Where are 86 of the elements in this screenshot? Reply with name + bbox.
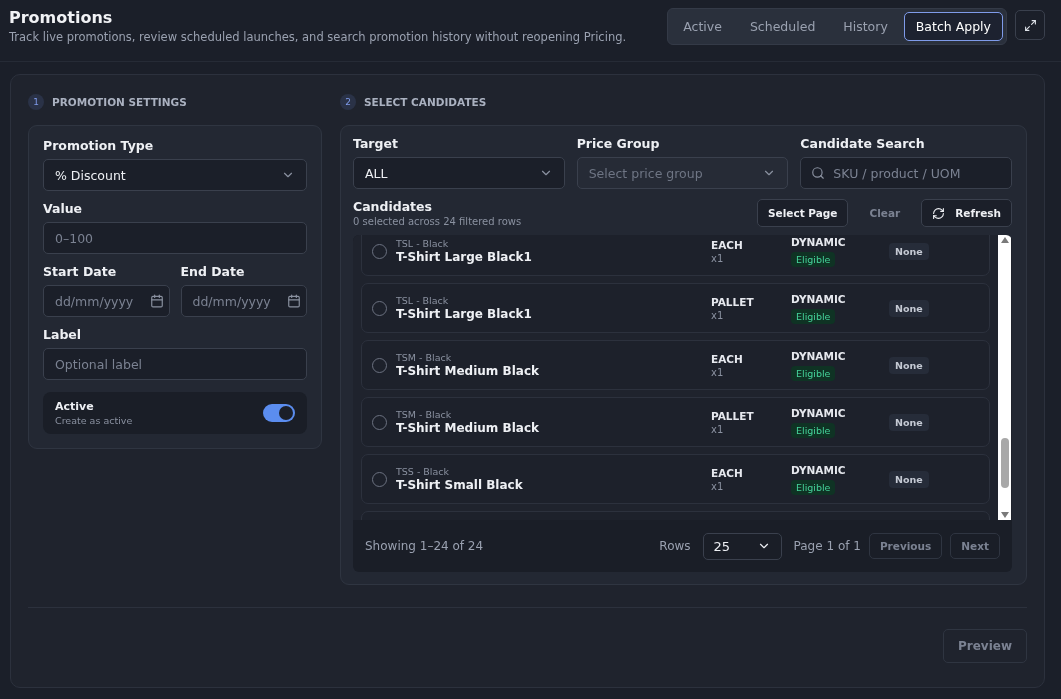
toggle-hint: Create as active — [55, 415, 133, 426]
promotion-badge: None — [889, 470, 929, 488]
promotion-badge: None — [889, 242, 929, 260]
status-badge: Eligible — [791, 251, 836, 267]
promotion-badge: None — [889, 413, 929, 431]
label-field[interactable]: Optional label — [43, 348, 307, 380]
product-name: T-Shirt Medium Black — [396, 421, 540, 435]
page-subtitle: Track live promotions, review scheduled launches, and search promotion history without reopening Pricing. — [9, 30, 627, 44]
tab[interactable]: Scheduled — [737, 12, 828, 41]
tab[interactable]: Active — [671, 12, 734, 41]
candidate-row[interactable]: TSL - Black T-Shirt Large Black1 PALLET x1 DYNAMIC Eligible None — [361, 283, 990, 333]
clear-button[interactable]: Clear — [858, 199, 912, 227]
field-label: End Date — [180, 264, 246, 279]
field-label: Candidate Search — [800, 136, 926, 151]
quantity: x1 — [711, 366, 725, 378]
step-number: 2 — [340, 94, 356, 110]
uom: PALLET — [711, 295, 755, 308]
search-icon — [811, 166, 826, 180]
candidate-row[interactable]: TSM - Black T-Shirt Medium Black PALLET x1 DYNAMIC Eligible None — [361, 397, 990, 447]
product-code: TSM - Black — [396, 352, 453, 363]
end-date-field[interactable]: dd/mm/yyyy — [180, 285, 307, 317]
field-label: Start Date — [43, 264, 118, 279]
uom: EACH — [711, 466, 744, 479]
quantity: x1 — [711, 480, 725, 492]
target-select[interactable]: ALL — [353, 157, 565, 189]
calendar-icon — [149, 294, 164, 308]
pricing-type: DYNAMIC — [791, 349, 847, 362]
quantity: x1 — [711, 252, 725, 264]
product-name: T-Shirt Small Black — [396, 478, 524, 492]
search-field[interactable]: SKU / product / UOM — [800, 157, 1012, 189]
status-badge: Eligible — [791, 479, 836, 495]
pricing-type: DYNAMIC — [791, 406, 847, 419]
candidate-row[interactable]: TSS - Black T-Shirt Small Black EACH x1 DYNAMIC Eligible None — [361, 454, 990, 504]
field-label: Promotion Type — [43, 138, 155, 153]
product-name: T-Shirt Large Black1 — [396, 307, 533, 321]
previous-button[interactable]: Previous — [868, 533, 943, 559]
field-label: Value — [43, 201, 84, 216]
field-label: Label — [43, 327, 83, 342]
select-page-button[interactable]: Select Page — [757, 199, 849, 227]
product-code: TSS - Black — [396, 466, 451, 477]
pricing-type: DYNAMIC — [791, 463, 847, 476]
refresh-button[interactable]: Refresh — [921, 199, 1012, 227]
active-switch[interactable] — [263, 404, 295, 422]
promotion-badge: None — [889, 356, 929, 374]
step-number: 1 — [28, 94, 44, 110]
product-code: TSL - Black — [396, 295, 450, 306]
start-date-field[interactable]: dd/mm/yyyy — [43, 285, 170, 317]
promotion-type-select[interactable]: % Discount — [43, 159, 307, 191]
refresh-icon — [932, 206, 946, 220]
pricing-type: DYNAMIC — [791, 235, 847, 248]
toggle-title: Active — [55, 400, 95, 413]
section-heading: SELECT CANDIDATES — [364, 96, 487, 108]
candidate-row[interactable]: TSM - Black T-Shirt Medium Black EACH x1 DYNAMIC Eligible None — [361, 340, 990, 390]
field-label: Price Group — [576, 136, 661, 151]
status-badge: Eligible — [791, 422, 836, 438]
status-badge: Eligible — [791, 308, 836, 324]
quantity: x1 — [711, 423, 725, 435]
expand-icon — [1023, 18, 1037, 32]
section-heading: PROMOTION SETTINGS — [52, 96, 187, 108]
rows-label: Rows — [659, 539, 691, 553]
product-name: T-Shirt Large Black1 — [396, 250, 533, 264]
page-text: Page 1 of 1 — [793, 539, 861, 553]
promotion-badge: None — [889, 299, 929, 317]
product-code: TSL - Black — [396, 238, 450, 249]
value-field[interactable]: 0–100 — [43, 222, 307, 254]
expand-button[interactable] — [1015, 10, 1045, 40]
quantity: x1 — [711, 309, 725, 321]
status-badge: Eligible — [791, 365, 836, 381]
product-code: TSM - Black — [396, 409, 453, 420]
tab[interactable]: Batch Apply — [903, 12, 1003, 41]
uom: EACH — [711, 352, 744, 365]
rows-select[interactable]: 25 — [702, 532, 782, 560]
calendar-icon — [287, 294, 301, 308]
tab[interactable]: History — [831, 12, 900, 41]
product-name: T-Shirt Medium Black — [396, 364, 540, 378]
uom: PALLET — [711, 409, 755, 422]
candidate-row[interactable]: TSL - Black T-Shirt Large Black1 EACH x1 DYNAMIC Eligible None — [361, 235, 990, 276]
showing-text: Showing 1–24 of 24 — [365, 539, 484, 553]
uom: EACH — [711, 238, 744, 251]
field-label: Target — [353, 136, 399, 151]
selection-summary: 0 selected across 24 filtered rows — [353, 216, 522, 227]
next-button[interactable]: Next — [950, 533, 1000, 559]
preview-button[interactable]: Preview — [943, 629, 1027, 663]
candidates-title: Candidates — [353, 199, 434, 214]
page-title: Promotions — [9, 8, 114, 27]
pricing-type: DYNAMIC — [791, 292, 847, 305]
